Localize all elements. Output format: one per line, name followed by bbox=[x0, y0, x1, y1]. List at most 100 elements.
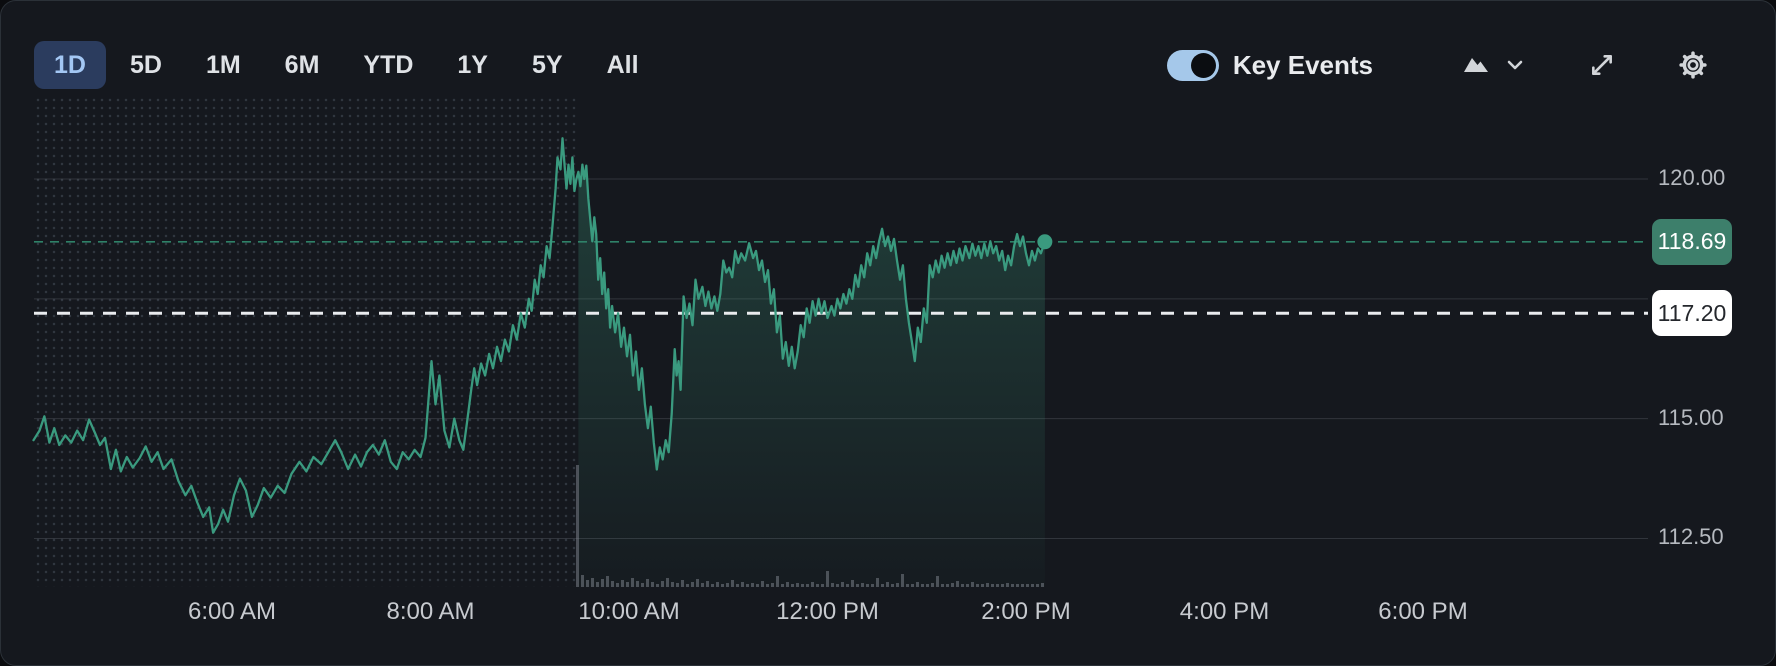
stock-chart-widget: 1D 5D 1M 6M YTD 1Y 5Y All Key Events 6:0… bbox=[0, 0, 1776, 666]
volume-bar bbox=[611, 581, 614, 587]
volume-bar bbox=[996, 584, 999, 587]
price-chart[interactable] bbox=[1, 1, 1775, 665]
volume-bar bbox=[591, 578, 594, 587]
volume-bar bbox=[921, 584, 924, 587]
volume-bar bbox=[1036, 584, 1039, 587]
volume-bar bbox=[666, 578, 669, 587]
x-tick-label: 4:00 PM bbox=[1179, 598, 1270, 625]
volume-bar bbox=[676, 583, 679, 587]
tab-6m[interactable]: 6M bbox=[265, 41, 340, 89]
volume-bar bbox=[751, 583, 754, 587]
volume-bar bbox=[706, 581, 709, 587]
volume-bar bbox=[1021, 584, 1024, 587]
volume-bar bbox=[631, 578, 634, 587]
volume-bar bbox=[841, 582, 844, 587]
volume-bar bbox=[861, 583, 864, 587]
volume-bar bbox=[831, 583, 834, 587]
volume-bar bbox=[781, 584, 784, 587]
volume-bar bbox=[796, 583, 799, 587]
range-tabs: 1D 5D 1M 6M YTD 1Y 5Y All bbox=[34, 41, 659, 89]
volume-bar bbox=[991, 584, 994, 587]
volume-bar bbox=[761, 581, 764, 587]
volume-bar bbox=[856, 584, 859, 587]
current-price-dot bbox=[1037, 234, 1053, 250]
expand-icon[interactable] bbox=[1589, 52, 1615, 78]
volume-bar bbox=[721, 584, 724, 587]
volume-bar bbox=[786, 582, 789, 587]
volume-bar bbox=[851, 580, 854, 587]
volume-bar bbox=[1006, 583, 1009, 587]
volume-bar bbox=[696, 579, 699, 587]
volume-bar bbox=[1026, 584, 1029, 587]
volume-bar bbox=[876, 578, 879, 587]
x-tick-label: 6:00 PM bbox=[1378, 598, 1468, 625]
tab-1m[interactable]: 1M bbox=[186, 41, 261, 89]
volume-bar bbox=[966, 584, 969, 587]
volume-bar bbox=[636, 581, 639, 587]
volume-bar bbox=[701, 583, 704, 587]
volume-bar bbox=[936, 576, 939, 587]
volume-bar bbox=[891, 584, 894, 587]
gear-icon[interactable] bbox=[1679, 51, 1707, 79]
volume-bar bbox=[601, 579, 604, 587]
volume-bar bbox=[941, 584, 944, 587]
volume-bar bbox=[776, 576, 779, 587]
volume-bar bbox=[791, 584, 794, 587]
volume-bar bbox=[916, 582, 919, 587]
volume-bar bbox=[986, 583, 989, 587]
volume-bar bbox=[896, 583, 899, 587]
volume-bar bbox=[736, 584, 739, 587]
volume-bar bbox=[821, 584, 824, 587]
chart-controls: Key Events bbox=[1166, 41, 1707, 89]
y-tick-label: 115.00 bbox=[1658, 404, 1724, 430]
volume-bar bbox=[901, 574, 904, 587]
volume-bar bbox=[846, 584, 849, 587]
volume-bar bbox=[1001, 584, 1004, 587]
y-tick-label: 120.00 bbox=[1658, 165, 1726, 190]
chevron-down-icon bbox=[1507, 58, 1523, 73]
tab-1d[interactable]: 1D bbox=[34, 41, 106, 89]
volume-bar bbox=[646, 579, 649, 587]
volume-bar bbox=[651, 582, 654, 587]
volume-bar bbox=[586, 580, 589, 587]
tab-all[interactable]: All bbox=[587, 41, 659, 89]
volume-bar bbox=[1016, 584, 1019, 587]
key-events-label: Key Events bbox=[1232, 49, 1373, 80]
key-events-toggle[interactable] bbox=[1166, 49, 1219, 81]
volume-bar bbox=[686, 584, 689, 587]
tab-5d[interactable]: 5D bbox=[110, 41, 182, 89]
volume-bar bbox=[951, 583, 954, 587]
tab-ytd[interactable]: YTD bbox=[343, 41, 433, 89]
volume-bar bbox=[726, 583, 729, 587]
volume-bar bbox=[806, 584, 809, 587]
session-area-fill bbox=[578, 164, 1045, 587]
volume-bar bbox=[606, 576, 609, 587]
volume-bar bbox=[911, 584, 914, 587]
volume-bar bbox=[816, 584, 819, 587]
volume-bar bbox=[711, 584, 714, 587]
toggle-knob bbox=[1190, 52, 1216, 78]
volume-bar bbox=[756, 584, 759, 587]
tab-5y[interactable]: 5Y bbox=[512, 41, 583, 89]
volume-bar bbox=[661, 581, 664, 587]
x-tick-label: 8:00 AM bbox=[386, 598, 475, 625]
chart-type-button[interactable] bbox=[1463, 53, 1523, 78]
volume-bar bbox=[871, 584, 874, 587]
volume-bar bbox=[836, 584, 839, 587]
volume-bar bbox=[581, 575, 584, 587]
volume-bar bbox=[946, 584, 949, 587]
x-tick-label: 12:00 PM bbox=[776, 598, 879, 625]
y-tick-label: 112.50 bbox=[1658, 524, 1724, 550]
volume-bar bbox=[886, 582, 889, 587]
volume-bar bbox=[811, 582, 814, 587]
volume-bar bbox=[826, 571, 829, 587]
volume-bar bbox=[596, 582, 599, 587]
volume-bar bbox=[681, 580, 684, 587]
volume-bar bbox=[616, 583, 619, 587]
volume-bar bbox=[746, 584, 749, 587]
tab-1y[interactable]: 1Y bbox=[437, 41, 508, 89]
volume-bar bbox=[956, 581, 959, 587]
volume-bar bbox=[981, 584, 984, 587]
volume-bar bbox=[1031, 584, 1034, 587]
x-tick-label: 6:00 AM bbox=[187, 598, 277, 625]
